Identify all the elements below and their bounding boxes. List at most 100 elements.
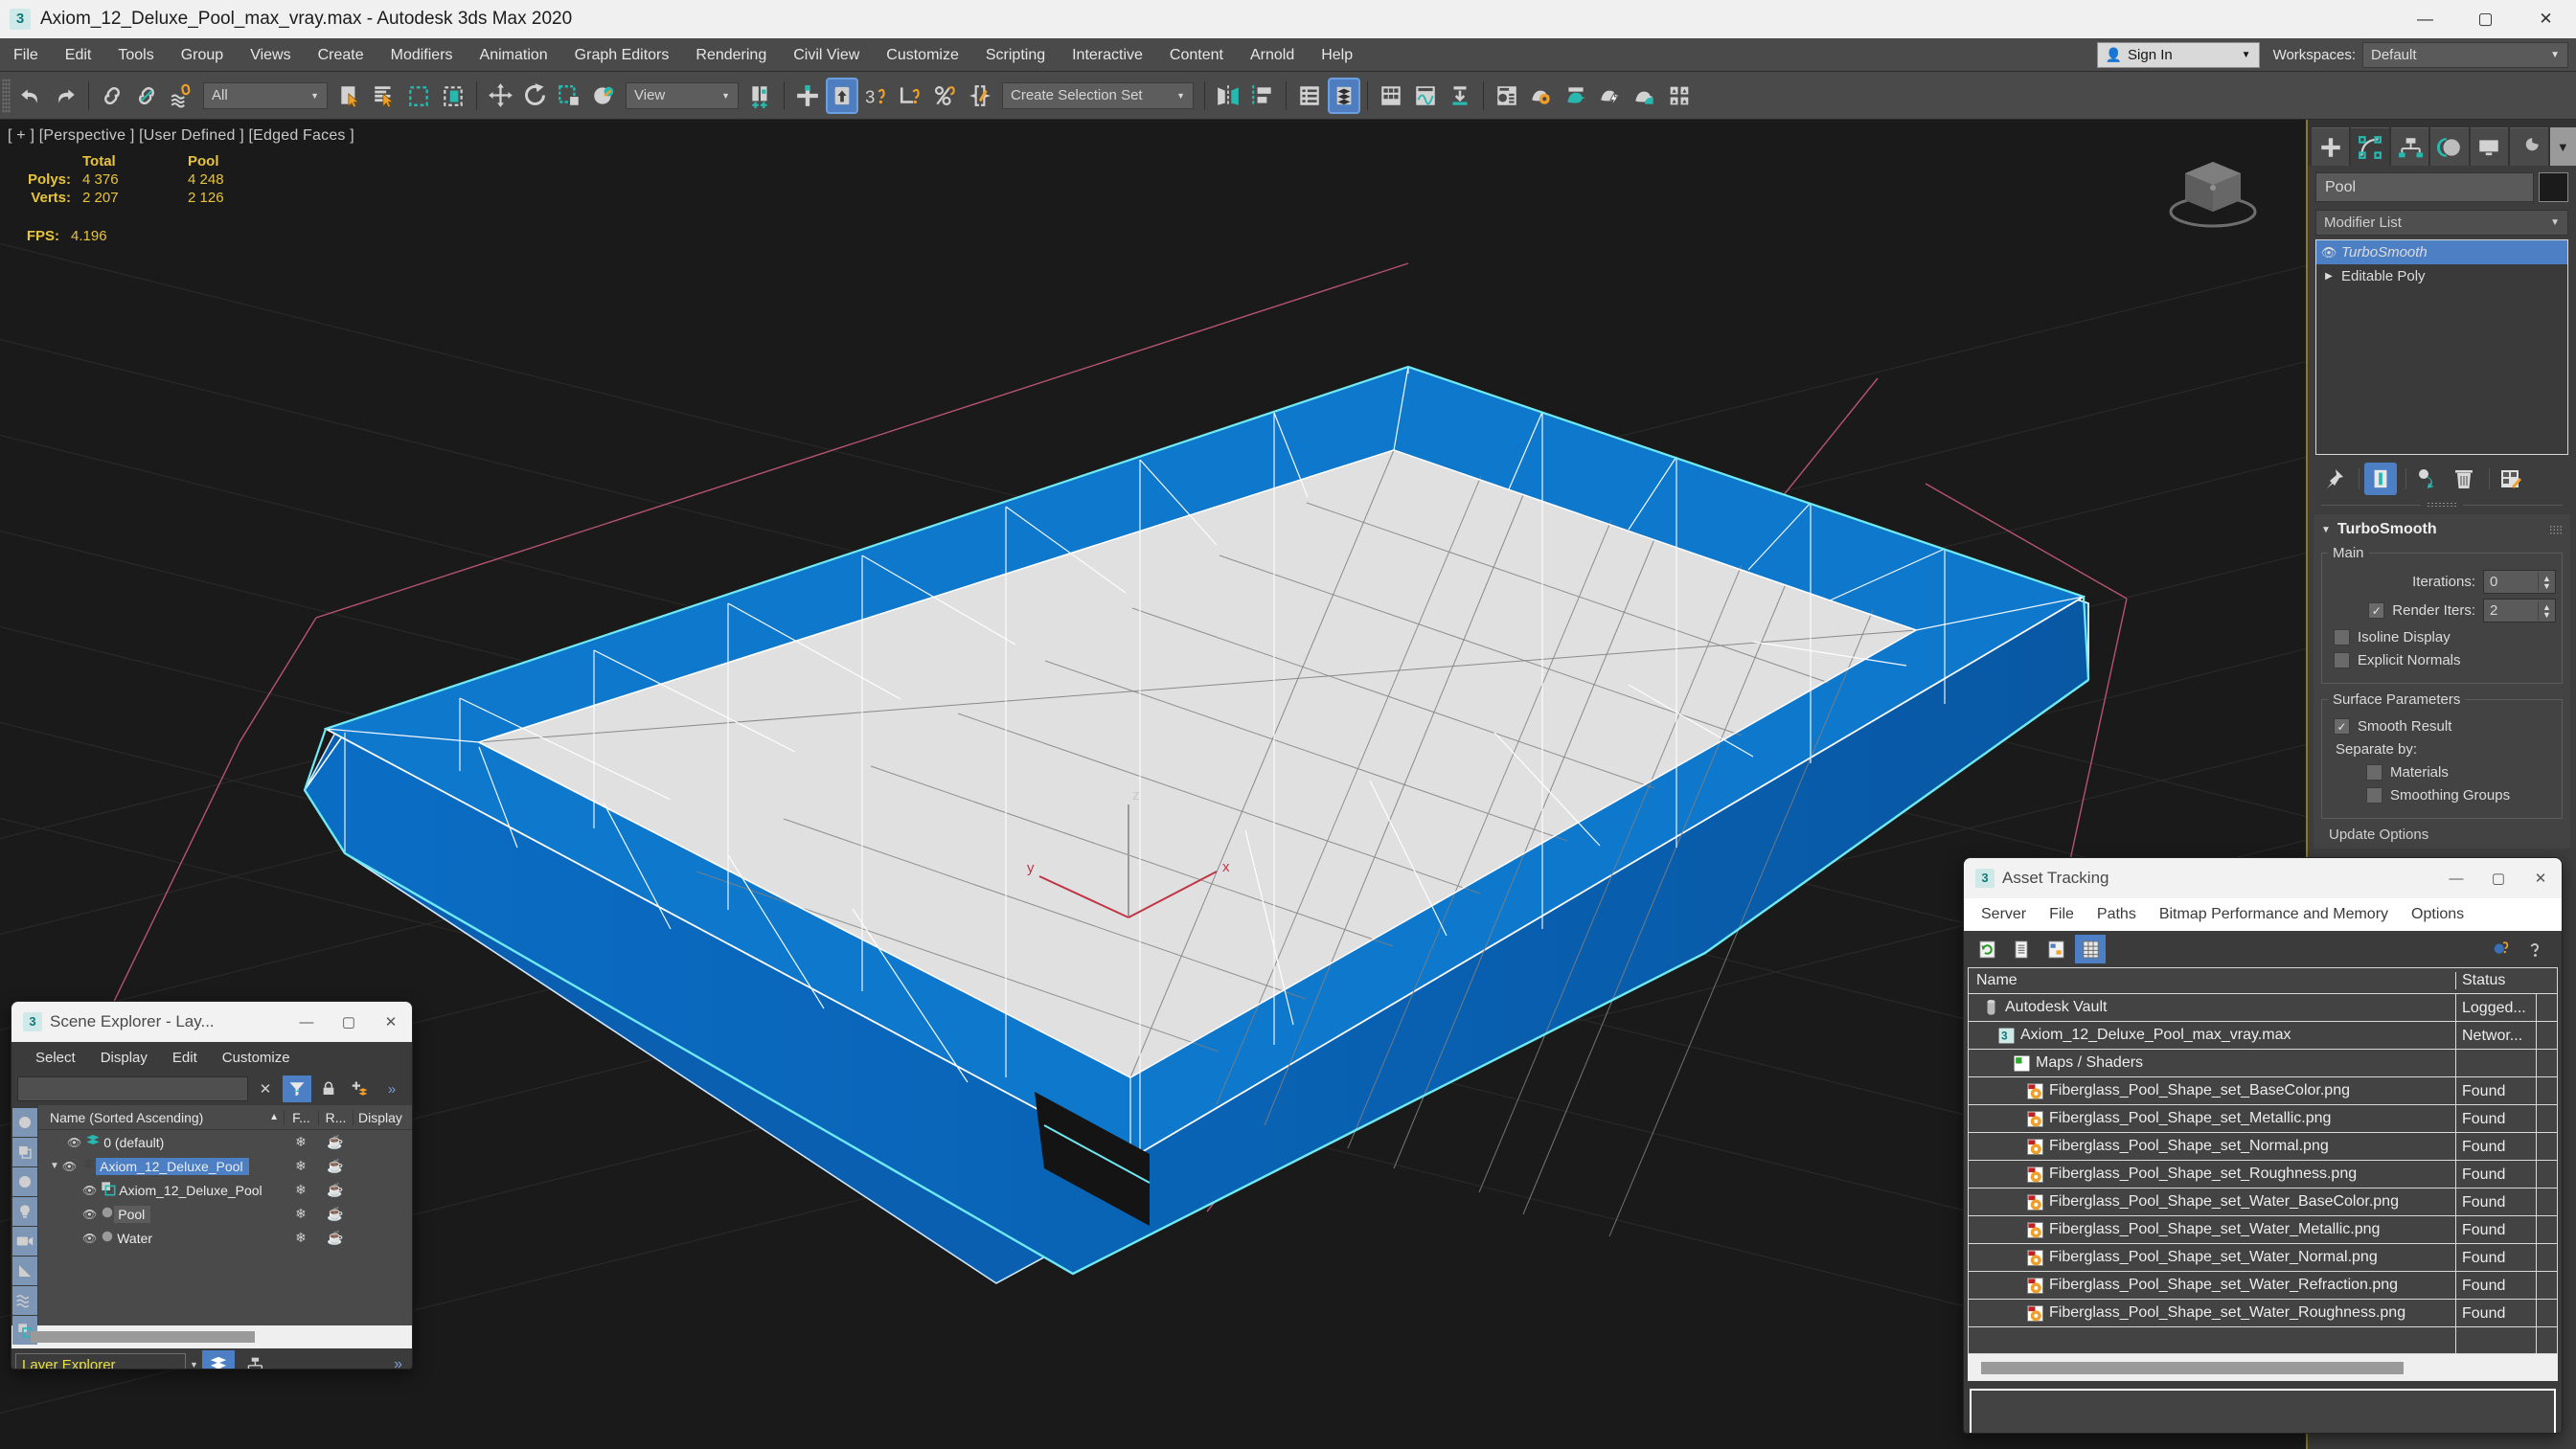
curve-editor-button[interactable] bbox=[1375, 78, 1407, 114]
use-pivot-point-center-button[interactable] bbox=[744, 78, 777, 114]
se-menu-edit[interactable]: Edit bbox=[160, 1050, 210, 1066]
chevron-right-icon[interactable]: ▶ bbox=[2316, 271, 2341, 282]
eye-icon[interactable]: 👁 bbox=[82, 1184, 97, 1197]
filter-shapes-icon[interactable] bbox=[12, 1138, 37, 1166]
column-frozen[interactable]: F... bbox=[284, 1109, 318, 1125]
align-button[interactable] bbox=[1246, 78, 1279, 114]
menu-interactive[interactable]: Interactive bbox=[1059, 38, 1156, 72]
add-layer-icon[interactable] bbox=[346, 1075, 375, 1102]
expand-arrow-icon[interactable]: ▼ bbox=[50, 1161, 59, 1171]
search-input[interactable] bbox=[17, 1076, 248, 1101]
percent-snap-three-button[interactable]: 3 bbox=[860, 78, 893, 114]
percent-snap-button[interactable] bbox=[929, 78, 962, 114]
table-row[interactable] bbox=[1969, 1326, 2557, 1353]
eye-icon[interactable]: 👁 bbox=[67, 1136, 81, 1149]
eye-icon[interactable]: 👁 bbox=[82, 1208, 97, 1221]
column-name[interactable]: Name (Sorted Ascending) ▲ bbox=[38, 1110, 284, 1125]
grid-view-icon[interactable] bbox=[2075, 935, 2106, 963]
render-setup-button[interactable] bbox=[1525, 78, 1558, 114]
explicit-normals-checkbox[interactable] bbox=[2334, 652, 2350, 668]
refresh-icon[interactable] bbox=[1972, 935, 2002, 963]
make-unique-icon[interactable] bbox=[2411, 463, 2444, 495]
table-row[interactable]: Fiberglass_Pool_Shape_set_Water_Metallic… bbox=[1969, 1215, 2557, 1244]
hierarchy-tab[interactable] bbox=[2390, 127, 2429, 166]
se-menu-select[interactable]: Select bbox=[23, 1050, 88, 1066]
list-item[interactable]: 👁 Water ❄ ☕ bbox=[38, 1226, 412, 1250]
menu-create[interactable]: Create bbox=[305, 38, 377, 72]
render-iterative-button[interactable] bbox=[1629, 78, 1661, 114]
asset-tracking-titlebar[interactable]: 3 Asset Tracking — ▢ ✕ bbox=[1964, 858, 2562, 898]
render-in-cloud-button[interactable] bbox=[1663, 78, 1696, 114]
toolbar-grip[interactable] bbox=[2, 78, 11, 113]
modify-tab[interactable] bbox=[2351, 127, 2389, 166]
selection-filter-combo[interactable]: All ▼ bbox=[203, 81, 328, 109]
asset-tracking-minimize-button[interactable]: — bbox=[2435, 858, 2477, 898]
modifier-list-combo[interactable]: Modifier List ▼ bbox=[2315, 210, 2568, 236]
menu-arnold[interactable]: Arnold bbox=[1237, 38, 1308, 72]
select-and-scale-button[interactable] bbox=[553, 78, 585, 114]
display-tab[interactable] bbox=[2470, 127, 2509, 166]
table-row[interactable]: Fiberglass_Pool_Shape_set_Metallic.png F… bbox=[1969, 1104, 2557, 1133]
eye-icon[interactable]: 👁 bbox=[2316, 245, 2341, 260]
pin-stack-icon[interactable] bbox=[2317, 463, 2350, 495]
materials-row[interactable]: Materials bbox=[2366, 764, 2556, 781]
toggle-scene-explorer-button[interactable] bbox=[1293, 78, 1326, 114]
menu-file[interactable]: File bbox=[0, 38, 52, 72]
toggle-layer-explorer-button[interactable] bbox=[1328, 77, 1360, 114]
object-color-swatch[interactable] bbox=[2539, 172, 2568, 202]
menu-graph-editors[interactable]: Graph Editors bbox=[561, 38, 683, 72]
freeze-icon[interactable]: ❄ bbox=[284, 1158, 318, 1174]
select-object-button[interactable] bbox=[333, 78, 366, 114]
select-by-name-button[interactable] bbox=[368, 78, 400, 114]
select-and-move-button[interactable] bbox=[484, 78, 516, 114]
freeze-icon[interactable]: ❄ bbox=[284, 1182, 318, 1198]
scrollbar-thumb[interactable] bbox=[31, 1331, 256, 1343]
select-and-rotate-button[interactable] bbox=[518, 78, 551, 114]
bind-to-space-warp-button[interactable] bbox=[165, 78, 197, 114]
chevron-down-icon[interactable]: ▼ bbox=[2321, 525, 2331, 535]
help-icon[interactable] bbox=[2519, 935, 2550, 963]
drag-handle[interactable] bbox=[2549, 525, 2563, 534]
named-selection-set-combo[interactable]: Create Selection Set ▼ bbox=[1002, 81, 1194, 109]
menu-help[interactable]: Help bbox=[1308, 38, 1366, 72]
utilities-tab[interactable] bbox=[2510, 127, 2548, 166]
smooth-result-checkbox[interactable]: ✓ bbox=[2334, 718, 2350, 735]
isoline-display-row[interactable]: Isoline Display bbox=[2334, 629, 2556, 645]
table-row[interactable]: Autodesk Vault Logged... bbox=[1969, 993, 2557, 1022]
clear-search-icon[interactable]: ✕ bbox=[251, 1075, 280, 1102]
rectangular-selection-region-button[interactable] bbox=[402, 78, 435, 114]
render-teapot-icon[interactable]: ☕ bbox=[318, 1158, 353, 1174]
table-row[interactable]: Fiberglass_Pool_Shape_set_Water_Refracti… bbox=[1969, 1271, 2557, 1300]
isoline-display-checkbox[interactable] bbox=[2334, 629, 2350, 645]
rollout-header[interactable]: ▼ TurboSmooth bbox=[2314, 518, 2570, 541]
filter-cameras-icon[interactable] bbox=[12, 1227, 37, 1256]
render-teapot-icon[interactable]: ☕ bbox=[318, 1230, 353, 1246]
asset-tracking-maximize-button[interactable]: ▢ bbox=[2477, 858, 2519, 898]
explicit-normals-row[interactable]: Explicit Normals bbox=[2334, 652, 2556, 668]
tree-view-icon[interactable] bbox=[2040, 935, 2071, 963]
menu-animation[interactable]: Animation bbox=[467, 38, 561, 72]
viewcube[interactable] bbox=[2160, 145, 2266, 237]
asset-tracking-close-button[interactable]: ✕ bbox=[2519, 858, 2562, 898]
create-tab[interactable] bbox=[2312, 127, 2350, 166]
menu-tools[interactable]: Tools bbox=[104, 38, 167, 72]
menu-views[interactable]: Views bbox=[237, 38, 304, 72]
filter-geometry-icon[interactable] bbox=[12, 1108, 37, 1137]
column-name[interactable]: Name bbox=[1969, 972, 2455, 989]
motion-tab[interactable] bbox=[2430, 127, 2469, 166]
explorer-mode-select[interactable]: Layer Explorer bbox=[15, 1352, 186, 1369]
scene-explorer-hscrollbar[interactable] bbox=[11, 1325, 412, 1348]
maximize-button[interactable]: ▢ bbox=[2455, 0, 2516, 38]
mirror-button[interactable] bbox=[1212, 78, 1244, 114]
render-production-button[interactable] bbox=[1594, 78, 1627, 114]
scene-explorer-close-button[interactable]: ✕ bbox=[370, 1002, 412, 1042]
rendered-frame-window-button[interactable] bbox=[1560, 78, 1592, 114]
table-row[interactable]: Fiberglass_Pool_Shape_set_Water_BaseColo… bbox=[1969, 1188, 2557, 1216]
asset-tracking-dialog[interactable]: 3 Asset Tracking — ▢ ✕ Server File Paths… bbox=[1964, 858, 2562, 1433]
iterations-spinner[interactable]: 0 ▲ ▼ bbox=[2483, 570, 2556, 594]
menu-modifiers[interactable]: Modifiers bbox=[377, 38, 467, 72]
filter-icon[interactable] bbox=[283, 1075, 311, 1102]
list-item[interactable]: 👁 Pool ❄ ☕ bbox=[38, 1202, 412, 1226]
configure-modifier-sets-icon[interactable] bbox=[2495, 463, 2527, 495]
schematic-view-button[interactable] bbox=[1409, 78, 1442, 114]
